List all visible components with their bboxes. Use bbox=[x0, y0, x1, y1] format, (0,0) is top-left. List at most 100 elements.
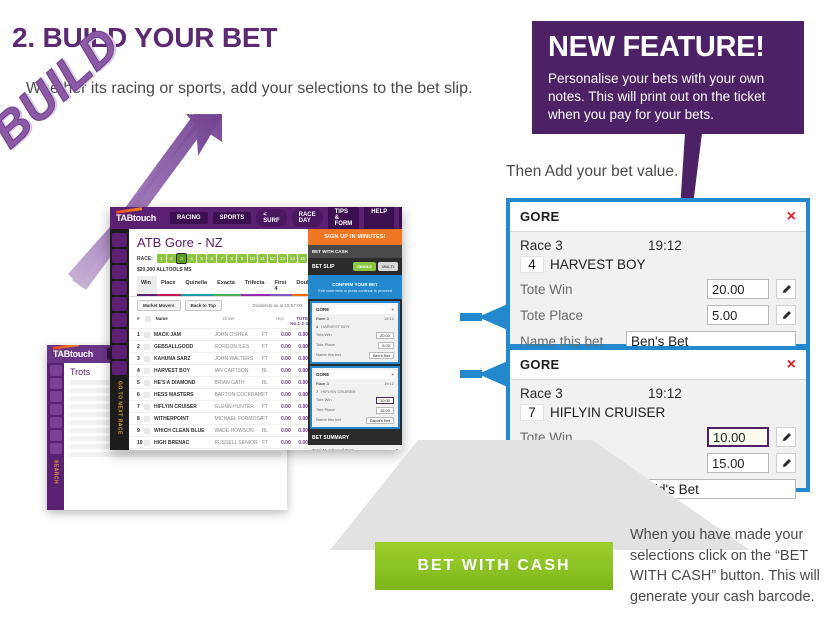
tab-double[interactable]: Double bbox=[292, 276, 308, 296]
tab-trifecta[interactable]: Trifecta bbox=[240, 276, 271, 296]
clock-icon[interactable] bbox=[112, 281, 127, 295]
sign-up-button[interactable]: SIGN UP IN MINUTES! bbox=[308, 229, 402, 245]
mockup-nav-surf[interactable]: < SURF bbox=[256, 209, 287, 227]
tab-first4[interactable]: First 4 bbox=[270, 276, 293, 296]
promo-icon[interactable] bbox=[112, 329, 127, 343]
tab-place[interactable]: Place bbox=[157, 276, 182, 296]
tote-place-odds[interactable]: 0.00 bbox=[291, 356, 308, 362]
runner-line: 4 HARVEST BOY bbox=[520, 256, 796, 273]
tote-place-odds[interactable]: 0.00 bbox=[291, 404, 308, 410]
table-row[interactable]: 9 WHICH CLEAN BLUE WADE HOWSON BL 0.00 0.00 bbox=[129, 425, 308, 437]
race-box[interactable]: 9 bbox=[237, 254, 247, 263]
tote-win-odds[interactable]: 0.00 bbox=[273, 404, 291, 410]
mockup-nav-sports[interactable]: SPORTS bbox=[212, 212, 252, 224]
chip-single[interactable]: SINGLE bbox=[353, 262, 377, 271]
race-box[interactable]: 7 bbox=[217, 254, 227, 263]
mockup-nav-race-day[interactable]: RACE DAY bbox=[291, 209, 323, 227]
pencil-icon[interactable] bbox=[776, 279, 796, 299]
race-box[interactable]: 5 bbox=[197, 254, 207, 263]
tab-win[interactable]: Win bbox=[137, 276, 158, 296]
table-row[interactable]: 6 HESS MASTERS BARTON COCKRAM FT 0.00 0.00 bbox=[129, 389, 308, 401]
tote-place-odds[interactable]: 0.00 bbox=[291, 368, 308, 374]
race-box[interactable]: 2 bbox=[166, 254, 176, 263]
tote-place-odds[interactable]: 0.00 bbox=[291, 440, 308, 446]
go-to-next-race-label[interactable]: GO TO NEXT RACE bbox=[117, 381, 123, 435]
greyhound-icon[interactable] bbox=[112, 233, 127, 247]
table-row[interactable]: 10 HIGH BRENAC RUSSELL SENIOR FT 0.00 0.00 bbox=[129, 437, 308, 449]
tab-quinella[interactable]: Quinella bbox=[181, 276, 214, 296]
race-box[interactable]: 13 bbox=[277, 254, 287, 263]
close-icon[interactable]: × bbox=[787, 356, 796, 373]
market-movers-button[interactable]: Market Movers bbox=[137, 300, 181, 311]
mini-name-value[interactable]: David's Bet bbox=[365, 416, 394, 424]
race-box[interactable]: 15 bbox=[297, 254, 308, 263]
pencil-icon[interactable] bbox=[776, 427, 796, 447]
back-to-top-button[interactable]: Back to Top bbox=[184, 300, 222, 311]
mini-tote-place-value[interactable]: 15.00 bbox=[375, 406, 394, 414]
tote-place-odds[interactable]: 0.00 bbox=[291, 380, 308, 386]
tote-win-odds[interactable]: 0.00 bbox=[273, 440, 291, 446]
mockup-nav-racing[interactable]: RACING bbox=[169, 212, 208, 224]
bet-with-cash-bar[interactable]: BET WITH CASH bbox=[308, 245, 402, 258]
tote-place-odds[interactable]: 0.00 bbox=[291, 428, 308, 434]
race-box[interactable]: 10 bbox=[247, 254, 257, 263]
keypad-icon[interactable] bbox=[112, 297, 127, 311]
mockup-body: GO TO NEXT RACE ATB Gore - NZ RACE: 1 2 … bbox=[110, 229, 402, 450]
race-box[interactable]: 14 bbox=[287, 254, 297, 263]
tote-win-odds[interactable]: 0.00 bbox=[273, 344, 291, 350]
tote-win-odds[interactable]: 0.00 bbox=[273, 368, 291, 374]
tote-win-odds[interactable]: 0.00 bbox=[273, 356, 291, 362]
mini-name-value[interactable]: Ben's Bet bbox=[369, 351, 394, 359]
tote-win-odds[interactable]: 0.00 bbox=[273, 332, 291, 338]
race-box[interactable]: 8 bbox=[227, 254, 237, 263]
silk-icon bbox=[144, 379, 150, 386]
settings-icon[interactable] bbox=[112, 345, 127, 359]
table-row[interactable]: 4 HARVEST BOY IAN CARTSON BL 0.00 0.00 bbox=[129, 365, 308, 377]
tote-place-odds[interactable]: 0.00 bbox=[291, 344, 308, 350]
mini-tote-win-value[interactable]: 20.00 bbox=[375, 331, 394, 339]
more-icon[interactable] bbox=[112, 361, 127, 375]
table-row[interactable]: 1 MACK JAM JOHN O'SHEA FT 0.00 0.00 bbox=[129, 329, 308, 341]
tote-win-odds[interactable]: 0.00 bbox=[273, 392, 291, 398]
harness-icon[interactable] bbox=[112, 249, 127, 263]
race-box[interactable]: 6 bbox=[207, 254, 217, 263]
mini-tote-place-value[interactable]: 5.00 bbox=[378, 341, 394, 349]
pencil-icon[interactable] bbox=[776, 453, 796, 473]
race-box[interactable]: 11 bbox=[257, 254, 267, 263]
mini-venue: GORE bbox=[316, 372, 330, 377]
tote-place-odds[interactable]: 0.00 bbox=[291, 416, 308, 422]
table-row[interactable]: 5 HE'S A DIAMOND BRIAN GATH BL 0.00 0.00 bbox=[129, 377, 308, 389]
tote-place-odds[interactable]: 0.00 bbox=[291, 332, 308, 338]
table-row[interactable]: 7 HIFLYIN CRUISER GLENN HUNTER FT 0.00 0.00 bbox=[129, 401, 308, 413]
sidebar-icon bbox=[49, 404, 62, 415]
tab-exacta[interactable]: Exacta bbox=[213, 276, 241, 296]
table-row[interactable]: 11NOANETTECOL A HAYFT0.000.00 bbox=[129, 449, 308, 450]
table-row[interactable]: 3 KAHUNA SARZ JOHN WALTERS FT 0.00 0.00 bbox=[129, 353, 308, 365]
pencil-icon[interactable] bbox=[776, 305, 796, 325]
gallops-icon[interactable] bbox=[112, 265, 127, 279]
race-box[interactable]: 4 bbox=[187, 254, 197, 263]
mini-runner-line: 4 HARVEST BOY bbox=[314, 322, 396, 330]
table-row[interactable]: 8 WITHERPOINT MICHAEL FORMOSA FT 0.00 0.00 bbox=[129, 413, 308, 425]
tote-win-odds[interactable]: 0.00 bbox=[273, 416, 291, 422]
tote-win-odds[interactable]: 0.00 bbox=[273, 380, 291, 386]
table-row[interactable]: 2 GEBSALLGOOD GORDON ILES FT 0.00 0.00 bbox=[129, 341, 308, 353]
tote-place-odds[interactable]: 0.00 bbox=[291, 392, 308, 398]
close-icon[interactable]: × bbox=[787, 208, 796, 225]
race-box-selected[interactable]: 3 bbox=[175, 253, 188, 264]
chip-multi[interactable]: MULTI bbox=[378, 262, 398, 271]
tote-win-input[interactable] bbox=[707, 279, 769, 299]
bet-with-cash-button[interactable]: BET WITH CASH bbox=[375, 542, 613, 590]
race-box[interactable]: 12 bbox=[267, 254, 277, 263]
race-box[interactable]: 1 bbox=[156, 254, 166, 263]
mini-close-icon[interactable]: × bbox=[391, 372, 394, 377]
handicap: FT bbox=[261, 415, 269, 422]
help-icon[interactable] bbox=[112, 313, 127, 327]
tote-place-input[interactable] bbox=[707, 305, 769, 325]
mini-close-icon[interactable]: × bbox=[391, 307, 394, 312]
mockup-nav-help[interactable]: HELP bbox=[364, 207, 395, 230]
mini-tote-win-value[interactable]: 10.00 bbox=[375, 396, 394, 404]
mockup-nav-tips-form[interactable]: TIPS & FORM bbox=[327, 207, 360, 230]
mockup-nav-signin[interactable]: SIGN IN bbox=[399, 207, 402, 230]
tote-win-odds[interactable]: 0.00 bbox=[273, 428, 291, 434]
